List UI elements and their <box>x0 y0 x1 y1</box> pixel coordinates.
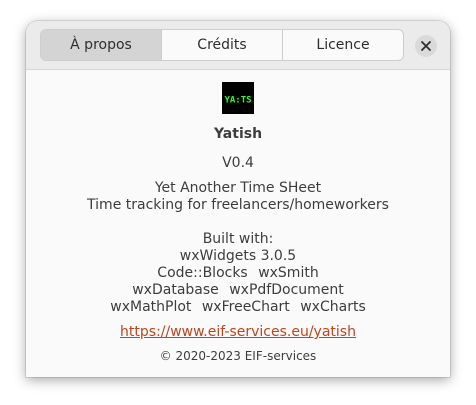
built-with-item: wxDatabase <box>132 282 219 298</box>
built-with-item: wxSmith <box>258 265 319 281</box>
built-with-row: Code::Blocks wxSmith <box>26 265 450 281</box>
built-with-title: Built with: <box>202 231 274 247</box>
headerbar: À propos Crédits Licence <box>26 21 450 70</box>
built-with-item: Code::Blocks <box>157 265 248 281</box>
about-content: YA:TS Yatish V0.4 Yet Another Time SHeet… <box>26 70 450 377</box>
built-with-row: wxDatabase wxPdfDocument <box>26 282 450 298</box>
built-with-item: wxCharts <box>300 299 366 315</box>
copyright-text: © 2020-2023 EIF-services <box>159 349 317 363</box>
built-with-item: wxMathPlot <box>110 299 192 315</box>
app-logo: YA:TS <box>222 82 254 114</box>
tab-credits[interactable]: Crédits <box>161 30 282 60</box>
close-icon <box>421 41 431 51</box>
built-with-row: wxMathPlot wxFreeChart wxCharts <box>26 299 450 315</box>
app-name: Yatish <box>213 126 263 142</box>
tab-license[interactable]: Licence <box>282 30 403 60</box>
app-version: V0.4 <box>222 155 254 171</box>
tab-switcher: À propos Crédits Licence <box>40 29 404 61</box>
built-with-item: wxWidgets 3.0.5 <box>179 248 297 264</box>
about-dialog: À propos Crédits Licence YA:TS Yatish V0… <box>26 21 450 377</box>
website-link[interactable]: https://www.eif-services.eu/yatish <box>26 324 450 340</box>
app-logo-text: YA:TS <box>224 96 251 106</box>
close-button[interactable] <box>415 35 437 57</box>
app-logo-graphic: YA:TS <box>224 96 251 106</box>
app-description-line2: Time tracking for freelancers/homeworker… <box>87 197 389 213</box>
app-description-line1: Yet Another Time SHeet <box>154 180 322 196</box>
built-with-item: wxFreeChart <box>201 299 290 315</box>
built-with-row: wxWidgets 3.0.5 <box>26 248 450 264</box>
built-with-item: wxPdfDocument <box>229 282 344 298</box>
tab-about[interactable]: À propos <box>41 30 161 60</box>
